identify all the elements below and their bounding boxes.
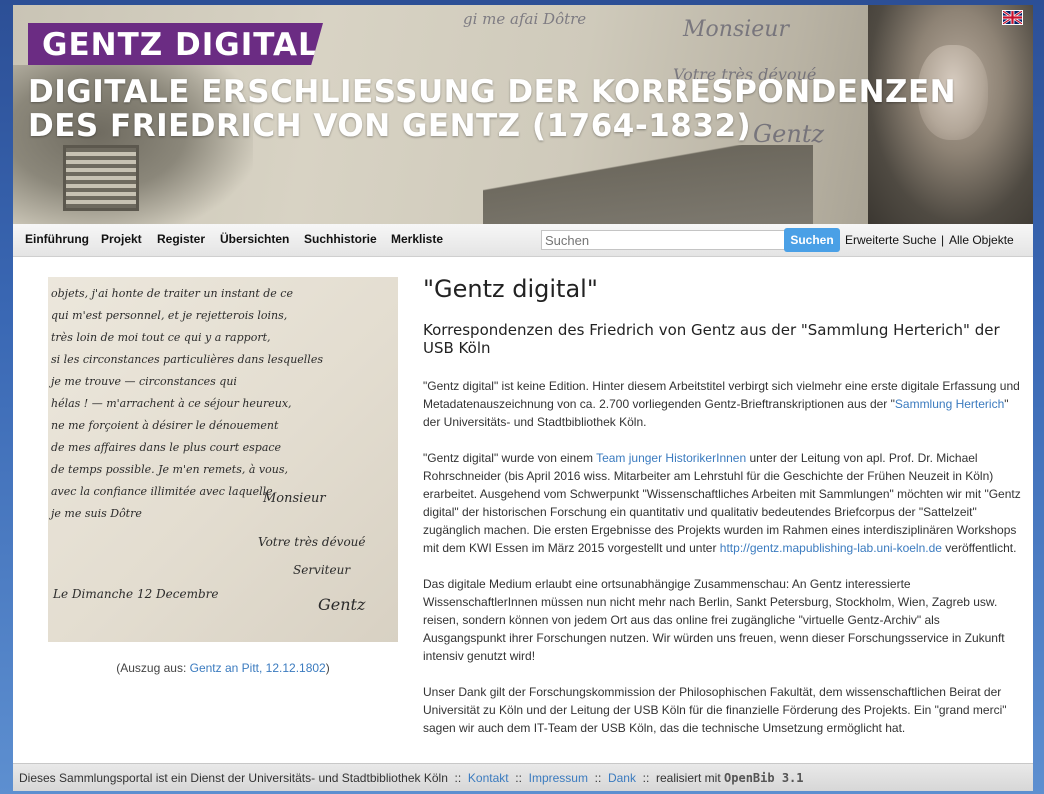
mapublishing-link[interactable]: http://gentz.mapublishing-lab.uni-koeln.… bbox=[720, 541, 942, 555]
nav-separator: | bbox=[941, 233, 945, 247]
nav-item-uebersichten[interactable]: Übersichten bbox=[220, 232, 289, 246]
paragraph-text: "Gentz digital" wurde von einem bbox=[423, 451, 597, 465]
footer: Dieses Sammlungsportal ist ein Dienst de… bbox=[13, 763, 1033, 791]
search-button[interactable]: Suchen bbox=[784, 228, 840, 252]
footer-text: Dieses Sammlungsportal ist ein Dienst de… bbox=[19, 771, 448, 785]
letter-handwriting: très loin de moi tout ce qui y a rapport… bbox=[51, 331, 271, 344]
letter-handwriting: ne me forçoient à désirer le dénouement bbox=[51, 419, 279, 432]
nav-item-suchhistorie[interactable]: Suchhistorie bbox=[304, 232, 377, 246]
paragraph-text: unter der Leitung von apl. Prof. Dr. Mic… bbox=[423, 451, 1021, 555]
letter-handwriting: hélas ! — m'arrachent à ce séjour heureu… bbox=[51, 397, 292, 410]
main-nav: Einführung Projekt Register Übersichten … bbox=[13, 224, 1033, 257]
banner-title: DIGITALE ERSCHLIESSUNG DER KORRESPONDENZ… bbox=[28, 75, 956, 143]
banner-window-image bbox=[63, 145, 139, 211]
footer-separator: :: bbox=[594, 771, 602, 785]
page: gi me afai Dôtre Monsieur Votre très dév… bbox=[13, 5, 1033, 791]
footer-line: Dieses Sammlungsportal ist ein Dienst de… bbox=[19, 771, 804, 785]
site-logo[interactable]: GENTZ DIGITAL bbox=[28, 23, 323, 65]
letter-handwriting: je me suis Dôtre bbox=[51, 507, 142, 520]
letter-handwriting: Votre très dévoué bbox=[258, 535, 366, 549]
paragraph-3: Das digitale Medium erlaubt eine ortsuna… bbox=[423, 577, 1005, 663]
letter-handwriting: Serviteur bbox=[293, 563, 351, 577]
footer-kontakt-link[interactable]: Kontakt bbox=[468, 771, 509, 785]
all-objects-link[interactable]: Alle Objekte bbox=[949, 233, 1014, 247]
paragraph-2: "Gentz digital" wurde von einem Team jun… bbox=[423, 449, 1023, 557]
footer-realisiert: realisiert mit bbox=[656, 771, 721, 785]
banner-title-line2: DES FRIEDRICH VON GENTZ (1764-1832) bbox=[28, 108, 752, 144]
nav-item-projekt[interactable]: Projekt bbox=[101, 232, 142, 246]
footer-openbib: OpenBib 3.1 bbox=[724, 771, 804, 785]
footer-separator: :: bbox=[454, 771, 462, 785]
footer-impressum-link[interactable]: Impressum bbox=[529, 771, 588, 785]
sammlung-herterich-link[interactable]: Sammlung Herterich bbox=[895, 397, 1004, 411]
banner-title-line1: DIGITALE ERSCHLIESSUNG DER KORRESPONDENZ… bbox=[28, 74, 957, 110]
footer-dank-link[interactable]: Dank bbox=[608, 771, 636, 785]
caption-link[interactable]: Gentz an Pitt, 12.12.1802 bbox=[190, 661, 326, 675]
letter-handwriting: de temps possible. Je m'en remets, à vou… bbox=[51, 463, 288, 476]
paragraph-4: Unser Dank gilt der Forschungskommission… bbox=[423, 685, 1007, 735]
nav-item-merkliste[interactable]: Merkliste bbox=[391, 232, 443, 246]
letter-handwriting: Le Dimanche 12 Decembre bbox=[53, 587, 219, 601]
caption-prefix: (Auszug aus: bbox=[116, 661, 190, 675]
letter-image[interactable]: objets, j'ai honte de traiter un instant… bbox=[48, 277, 398, 642]
advanced-search-link[interactable]: Erweiterte Suche bbox=[845, 233, 936, 247]
footer-separator: :: bbox=[642, 771, 650, 785]
page-subtitle: Korrespondenzen des Friedrich von Gentz … bbox=[423, 321, 1000, 357]
nav-item-einfuehrung[interactable]: Einführung bbox=[25, 232, 89, 246]
image-caption: (Auszug aus: Gentz an Pitt, 12.12.1802) bbox=[48, 661, 398, 675]
footer-separator: :: bbox=[515, 771, 522, 785]
search-input[interactable] bbox=[541, 230, 785, 250]
banner-handwriting: gi me afai Dôtre bbox=[463, 10, 587, 28]
team-link[interactable]: Team junger HistorikerInnen bbox=[596, 451, 746, 465]
paragraph-text: veröffentlicht. bbox=[941, 541, 1017, 555]
letter-handwriting: Monsieur bbox=[263, 491, 326, 506]
letter-signature: Gentz bbox=[318, 595, 366, 614]
site-logo-label: GENTZ DIGITAL bbox=[42, 27, 319, 63]
caption-suffix: ) bbox=[325, 661, 330, 675]
nav-item-register[interactable]: Register bbox=[157, 232, 205, 246]
letter-handwriting: qui m'est personnel, et je rejetterois l… bbox=[51, 309, 288, 322]
intro-text: "Gentz digital" ist keine Edition. Hinte… bbox=[423, 377, 1023, 755]
banner-roof-image bbox=[483, 145, 813, 224]
paragraph-1: "Gentz digital" ist keine Edition. Hinte… bbox=[423, 377, 1023, 431]
letter-handwriting: de mes affaires dans le plus court espac… bbox=[51, 441, 282, 454]
banner-handwriting: Monsieur bbox=[683, 17, 789, 42]
page-title: "Gentz digital" bbox=[423, 275, 598, 303]
letter-handwriting: si les circonstances particulières dans … bbox=[51, 353, 323, 366]
letter-handwriting: objets, j'ai honte de traiter un instant… bbox=[51, 287, 293, 300]
letter-handwriting: avec la confiance illimitée avec laquell… bbox=[51, 485, 273, 498]
uk-flag-icon[interactable] bbox=[1002, 10, 1023, 25]
letter-handwriting: je me trouve — circonstances qui bbox=[51, 375, 237, 388]
header-banner: gi me afai Dôtre Monsieur Votre très dév… bbox=[13, 5, 1033, 224]
